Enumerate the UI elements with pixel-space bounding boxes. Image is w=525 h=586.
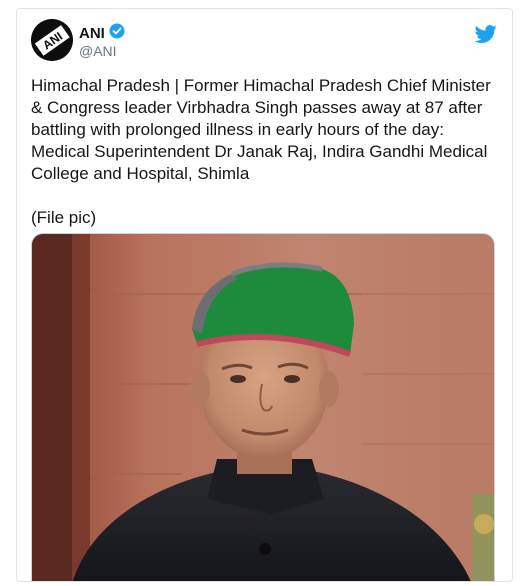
tweet-body: Himachal Pradesh | Former Himachal Prade…	[31, 76, 491, 183]
author-name[interactable]: ANI	[79, 25, 105, 42]
author-handle[interactable]: @ANI	[79, 43, 117, 59]
file-pic-note: (File pic)	[31, 208, 97, 227]
avatar[interactable]: ANI	[31, 19, 73, 61]
ani-logo: ANI	[31, 19, 73, 61]
twitter-bird-icon[interactable]	[474, 23, 497, 45]
author-name-row: ANI	[79, 23, 125, 44]
tweet-card: ANI ANI @ANI Himachal Pradesh | Former H…	[16, 8, 513, 582]
tweet-photo[interactable]	[31, 233, 495, 581]
photo-illustration	[32, 234, 494, 581]
tweet-header: ANI ANI @ANI	[31, 19, 501, 67]
verified-badge-icon	[109, 23, 125, 44]
tweet-text: Himachal Pradesh | Former Himachal Prade…	[31, 75, 501, 229]
